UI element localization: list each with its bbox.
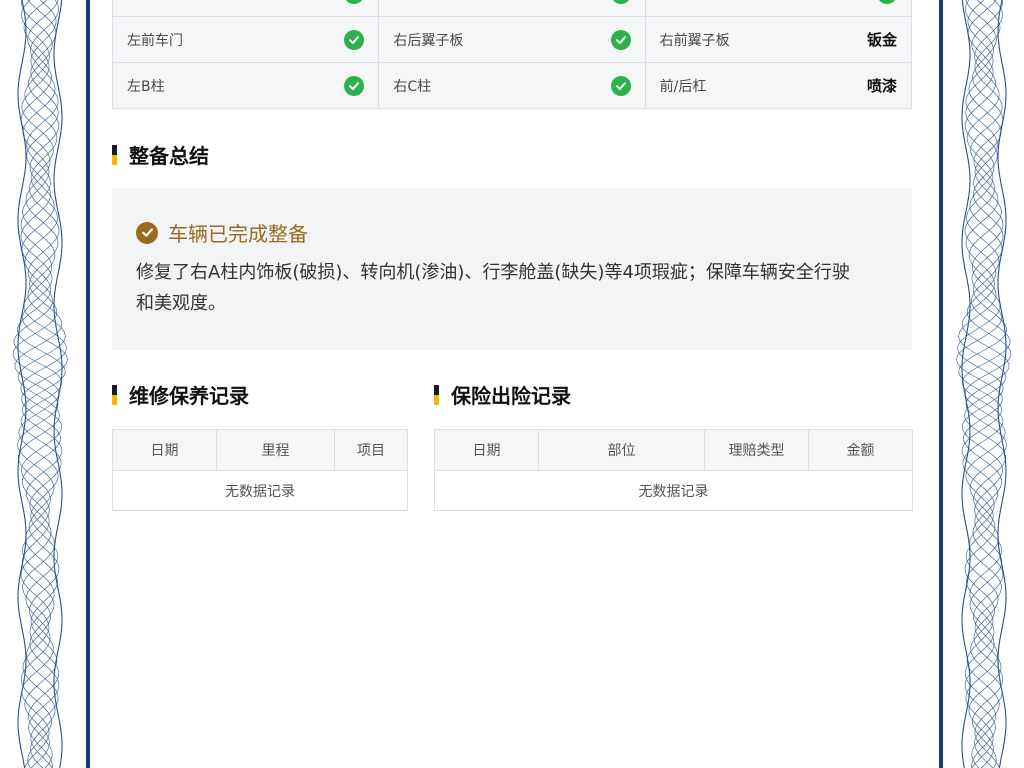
report-content: 左前车门 右后翼子板 右前翼子板 钣金左B柱 右C柱 前/后杠 喷漆 整备总结 车辆已完成整… <box>111 0 913 768</box>
inspection-table: 左前车门 右后翼子板 右前翼子板 钣金左B柱 右C柱 前/后杠 喷漆 <box>111 0 913 109</box>
check-circle-icon <box>344 0 365 4</box>
column-header: 日期 <box>434 429 539 471</box>
inspection-cell: 右后翼子板 <box>378 16 646 63</box>
insurance-section-title: 保险出险记录 <box>434 380 571 409</box>
insurance-header-row: 日期 部位 理赔类型 金额 <box>434 429 913 471</box>
title-accent-bar <box>112 144 117 165</box>
inspection-row: 左前车门 右后翼子板 右前翼子板 钣金 <box>111 16 913 63</box>
empty-row: 无数据记录 <box>434 470 913 511</box>
column-header: 理赔类型 <box>704 429 809 471</box>
summary-status-text: 车辆已完成整备 <box>168 222 308 246</box>
check-circle-icon <box>877 0 897 4</box>
left-guilloche-border <box>0 0 80 768</box>
inspection-item-label: 右后翼子板 <box>393 32 464 49</box>
check-circle-icon <box>610 0 631 4</box>
inspection-item-label: 左前车门 <box>127 32 183 49</box>
column-header: 部位 <box>538 429 705 471</box>
column-header: 项目 <box>334 429 408 471</box>
inspection-cell <box>111 0 380 17</box>
summary-title-text: 整备总结 <box>129 144 209 168</box>
check-circle-icon <box>344 75 365 96</box>
inspection-cell <box>378 0 646 17</box>
maintenance-title-text: 维修保养记录 <box>129 384 249 408</box>
check-circle-icon <box>344 29 365 50</box>
column-header: 金额 <box>808 429 913 471</box>
inspection-row <box>111 0 913 17</box>
summary-box: 车辆已完成整备 修复了右A柱内饰板(破损)、转向机(渗油)、行李舱盖(缺失)等4… <box>112 188 912 350</box>
summary-description: 修复了右A柱内饰板(破损)、转向机(渗油)、行李舱盖(缺失)等4项瑕疵；保障车辆… <box>136 262 850 314</box>
summary-section-title: 整备总结 <box>112 140 209 169</box>
column-header: 日期 <box>112 429 217 471</box>
empty-message: 无数据记录 <box>112 470 408 511</box>
inspection-item-label: 右C柱 <box>393 78 432 95</box>
repair-status: 喷漆 <box>866 77 897 95</box>
insurance-table: 日期 部位 理赔类型 金额 无数据记录 <box>434 429 913 511</box>
inspection-item-label: 右前翼子板 <box>659 32 730 49</box>
empty-message: 无数据记录 <box>434 470 913 511</box>
inspection-item-label: 左B柱 <box>127 78 165 95</box>
inspection-cell <box>644 0 913 17</box>
inspection-cell: 右前翼子板 钣金 <box>644 16 913 63</box>
column-header: 里程 <box>216 429 335 471</box>
maintenance-section-title: 维修保养记录 <box>112 380 249 409</box>
guilloche-line <box>20 0 67 768</box>
title-accent-bar <box>434 384 439 405</box>
inspection-cell: 前/后杠 喷漆 <box>644 62 913 109</box>
check-circle-icon <box>136 221 158 244</box>
check-circle-icon <box>610 75 631 96</box>
maintenance-table: 日期 里程 项目 无数据记录 <box>112 429 408 511</box>
maintenance-header-row: 日期 里程 项目 <box>112 429 408 471</box>
inspection-item-label: 前/后杠 <box>659 78 707 95</box>
check-circle-icon <box>610 29 631 50</box>
inspection-cell: 右C柱 <box>378 62 646 109</box>
left-frame-line <box>86 0 90 768</box>
empty-row: 无数据记录 <box>112 470 408 511</box>
inspection-cell: 左前车门 <box>111 16 380 63</box>
inspection-row: 左B柱 右C柱 前/后杠 喷漆 <box>111 62 913 109</box>
inspection-cell: 左B柱 <box>111 62 380 109</box>
summary-status: 车辆已完成整备 <box>136 218 888 247</box>
title-accent-bar <box>112 384 117 405</box>
insurance-title-text: 保险出险记录 <box>451 384 571 408</box>
right-guilloche-border <box>944 0 1024 768</box>
guilloche-line <box>957 0 1004 768</box>
right-frame-line <box>939 0 943 768</box>
repair-status: 钣金 <box>866 31 897 49</box>
